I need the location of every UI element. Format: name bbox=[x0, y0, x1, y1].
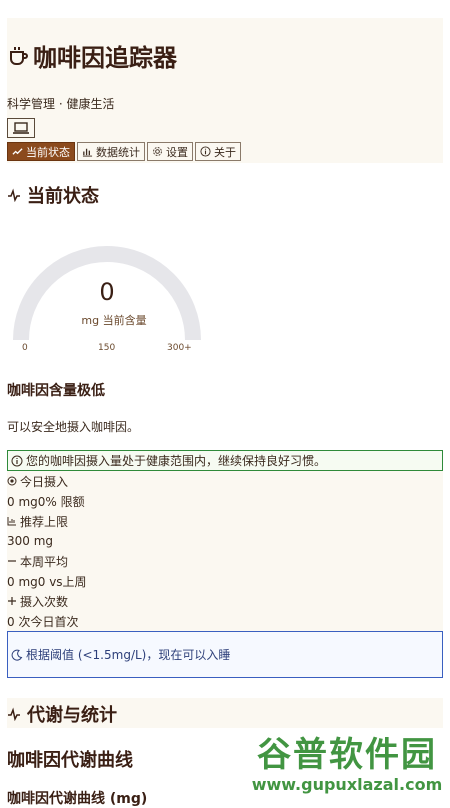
tab-label: 关于 bbox=[214, 145, 236, 159]
target-icon bbox=[7, 476, 17, 486]
tab-settings[interactable]: 设置 bbox=[147, 142, 193, 161]
bar-chart-icon bbox=[82, 148, 93, 157]
metabolism-section-label: 代谢与统计 bbox=[27, 705, 117, 726]
health-alert: 您的咖啡因摄入量处于健康范围内，继续保持良好习惯。 bbox=[7, 450, 443, 471]
watermark: 谷普软件园 www.gupuxlazal.com bbox=[247, 728, 447, 796]
pulse-icon bbox=[8, 707, 20, 721]
stat-weekly-label: 本周平均 bbox=[7, 551, 443, 571]
app-title: 咖啡因追踪器 bbox=[7, 38, 177, 73]
minus-icon bbox=[8, 560, 16, 562]
tab-bar: 当前状态 数据统计 设置 关于 bbox=[7, 142, 241, 161]
tab-statistics[interactable]: 数据统计 bbox=[77, 142, 145, 161]
gear-icon bbox=[153, 147, 162, 156]
metabolism-chart-title: 咖啡因代谢曲线 bbox=[7, 750, 133, 771]
app-subtitle: 科学管理 · 健康生活 bbox=[7, 97, 115, 111]
device-toggle-button[interactable] bbox=[7, 118, 35, 138]
status-section-label: 当前状态 bbox=[27, 186, 99, 207]
info-circle-icon bbox=[11, 455, 23, 466]
info-icon bbox=[200, 146, 211, 157]
metabolism-chart-subtitle: 咖啡因代谢曲线 (mg) bbox=[7, 791, 148, 807]
sleep-alert: 根据阈值 (<1.5mg/L)，现在可以入睡 bbox=[7, 631, 443, 678]
app-header: 咖啡因追踪器 科学管理 · 健康生活 当前状态 数据统计 设置 关于 bbox=[7, 18, 443, 163]
watermark-line1: 谷普软件园 bbox=[247, 728, 447, 775]
trend-icon bbox=[12, 148, 23, 155]
gauge-tick-min: 0 bbox=[22, 343, 28, 353]
stats-list: 今日摄入 0 mg0% 限额 推荐上限 300 mg 本周平均 0 mg0 vs… bbox=[7, 471, 443, 631]
stat-today-value: 0 mg0% 限额 bbox=[7, 494, 85, 509]
gauge-tick-max: 300+ bbox=[167, 343, 192, 353]
caffeine-gauge: 0 mg 当前含量 0 150 300+ bbox=[7, 210, 443, 360]
tab-about[interactable]: 关于 bbox=[195, 142, 241, 161]
watermark-line2: www.gupuxlazal.com bbox=[247, 774, 447, 796]
app-title-text: 咖啡因追踪器 bbox=[33, 44, 177, 72]
tab-label: 数据统计 bbox=[96, 145, 140, 159]
stat-limit-value: 300 mg bbox=[7, 534, 54, 548]
gauge-tick-mid: 150 bbox=[98, 343, 116, 353]
stat-limit-label: 推荐上限 bbox=[7, 511, 443, 531]
metabolism-section-title: 代谢与统计 bbox=[7, 701, 117, 727]
pulse-icon bbox=[8, 188, 20, 202]
tab-label: 当前状态 bbox=[26, 145, 70, 159]
laptop-icon bbox=[13, 122, 29, 134]
caffeine-level-desc: 可以安全地摄入咖啡因。 bbox=[7, 420, 140, 434]
stat-weekly-value: 0 mg0 vs上周 bbox=[7, 574, 87, 589]
stat-today-label: 今日摄入 bbox=[7, 471, 443, 491]
moon-icon bbox=[11, 649, 23, 661]
stat-count-label: 摄入次数 bbox=[7, 591, 443, 611]
stat-count-value: 0 次今日首次 bbox=[7, 614, 79, 629]
coffee-cup-icon bbox=[10, 46, 28, 65]
caffeine-level-title: 咖啡因含量极低 bbox=[7, 383, 105, 399]
status-section-title: 当前状态 bbox=[7, 182, 99, 208]
sleep-alert-text: 根据阈值 (<1.5mg/L)，现在可以入睡 bbox=[26, 648, 231, 662]
tab-label: 设置 bbox=[166, 145, 188, 159]
health-alert-text: 您的咖啡因摄入量处于健康范围内，继续保持良好习惯。 bbox=[26, 454, 327, 468]
plus-icon bbox=[8, 597, 16, 605]
chart-icon bbox=[7, 517, 16, 526]
tab-current-status[interactable]: 当前状态 bbox=[7, 142, 75, 161]
